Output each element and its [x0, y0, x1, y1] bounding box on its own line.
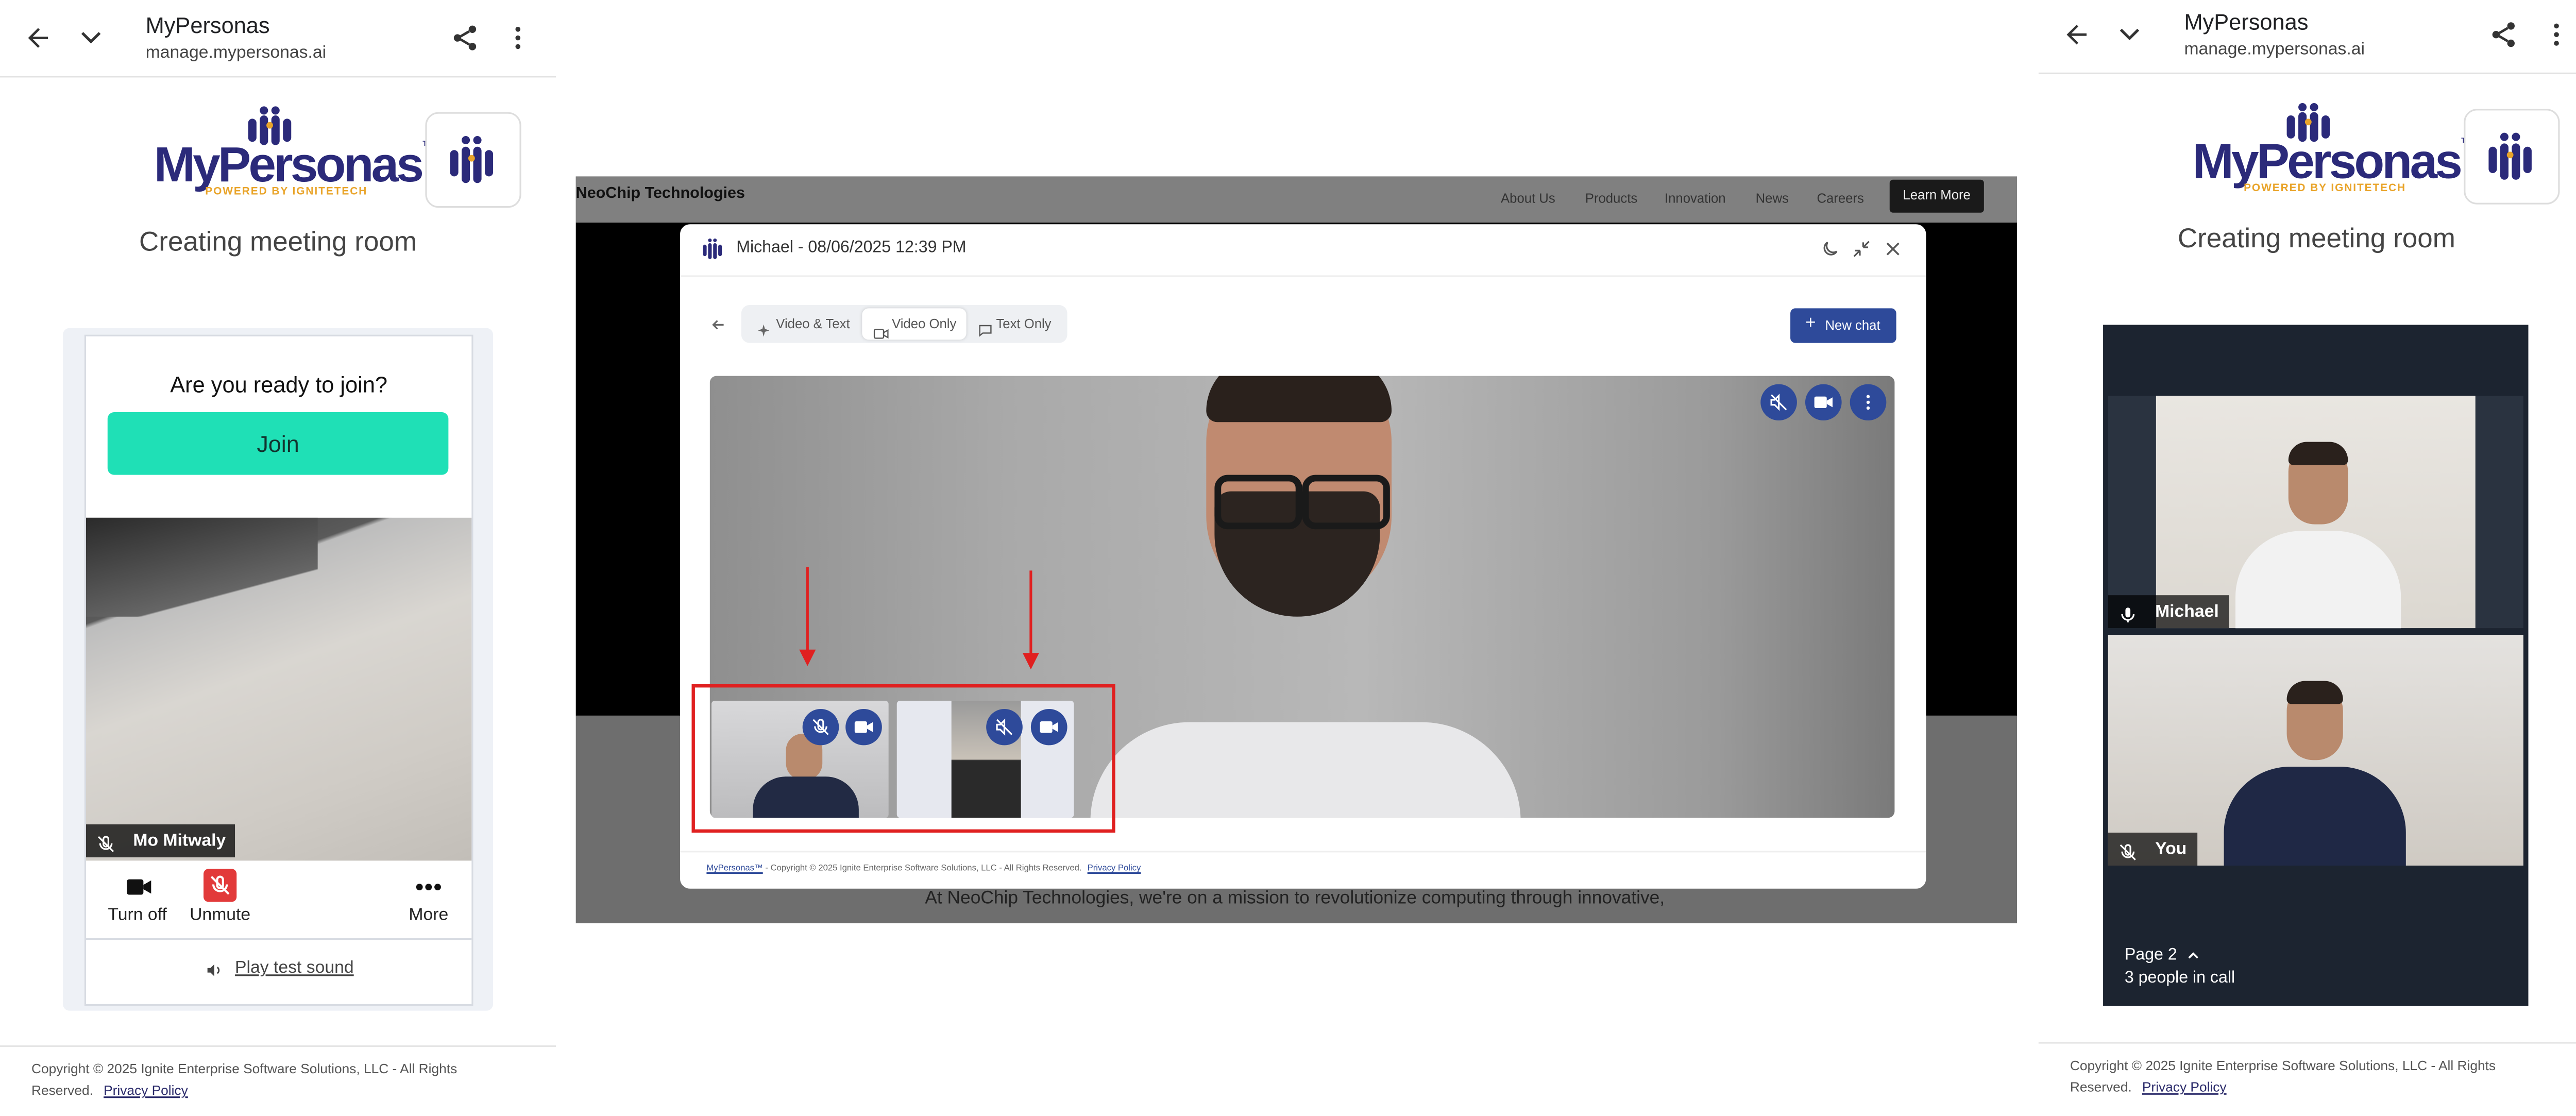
page-footer: Copyright © 2025 Ignite Enterprise Softw…	[0, 1045, 556, 1116]
browser-header: MyPersonas manage.mypersonas.ai	[2038, 0, 2576, 74]
site-body-text: At NeoChip Technologies, we're on a miss…	[925, 888, 1665, 909]
browser-header: MyPersonas manage.mypersonas.ai	[0, 0, 556, 78]
dark-mode-moon-icon[interactable]	[1820, 239, 1840, 259]
learn-more-button[interactable]: Learn More	[1889, 179, 1984, 213]
footer-copyright: Copyright © 2025 Ignite Enterprise Softw…	[31, 1061, 457, 1098]
page-title: MyPersonas	[2184, 10, 2309, 35]
share-icon[interactable]	[450, 23, 480, 53]
join-label: Join	[257, 430, 299, 457]
nav-about[interactable]: About Us	[1501, 191, 1555, 206]
modal-logo-icon	[702, 238, 725, 261]
nav-careers[interactable]: Careers	[1817, 191, 1863, 206]
tab-video-only[interactable]: Video Only	[892, 316, 956, 331]
modal-privacy-link[interactable]: Privacy Policy	[1088, 864, 1141, 874]
tab-video-text[interactable]: Video & Text	[776, 316, 850, 331]
modal-title: Michael - 08/06/2025 12:39 PM	[736, 239, 967, 258]
plus-icon: +	[1805, 313, 1816, 333]
mic-off-icon	[2118, 842, 2138, 862]
annotation-box	[691, 684, 1115, 833]
modal-footer-divider	[680, 851, 1926, 853]
call-grid: Michael You Page 2 3 people in call	[2103, 325, 2529, 1006]
chat-bubble-icon	[978, 316, 993, 346]
back-icon[interactable]	[710, 316, 726, 333]
divider	[86, 938, 472, 940]
modal-header-divider	[680, 275, 1926, 277]
site-brand[interactable]: NeoChip Technologies	[576, 184, 745, 202]
people-in-call: 3 people in call	[2124, 969, 2235, 988]
video-icon	[873, 318, 889, 348]
unmute-button[interactable]: Unmute	[182, 905, 258, 925]
modal-footer: MyPersonas™ - Copyright © 2025 Ignite En…	[706, 864, 1141, 874]
mic-icon	[2118, 605, 2138, 624]
status-text: Creating meeting room	[2177, 224, 2455, 254]
participant-tile-michael[interactable]: Michael	[2108, 396, 2523, 629]
back-arrow-icon[interactable]	[23, 23, 53, 53]
new-chat-label: New chat	[1825, 318, 1880, 333]
video-camera-button[interactable]	[1805, 384, 1842, 420]
page-footer: Copyright © 2025 Ignite Enterprise Softw…	[2038, 1042, 2576, 1116]
logo-word: MyPersonas	[154, 138, 424, 193]
page-label: Page 2	[2124, 946, 2177, 965]
tile-name: You	[2155, 839, 2187, 859]
privacy-policy-link[interactable]: Privacy Policy	[2142, 1080, 2227, 1095]
mypersonas-logo: MyPersonas™ POWERED BY IGNITETECH	[154, 106, 435, 198]
logo-icon-box	[425, 112, 521, 208]
ready-question: Are you ready to join?	[170, 373, 388, 398]
chevron-down-icon[interactable]	[2115, 20, 2145, 49]
sparkle-icon	[756, 316, 771, 346]
site-navbar: NeoChip Technologies About Us Products I…	[575, 176, 2018, 223]
page-url: manage.mypersonas.ai	[145, 43, 327, 63]
mic-off-icon	[96, 834, 116, 854]
logo-icon-box	[2464, 109, 2560, 205]
left-mobile-panel: MyPersonas manage.mypersonas.ai MyPerson…	[0, 0, 556, 1116]
page-url: manage.mypersonas.ai	[2184, 39, 2365, 60]
modal-footer-brand[interactable]: MyPersonas™	[706, 864, 762, 874]
privacy-policy-link[interactable]: Privacy Policy	[104, 1083, 188, 1098]
right-mobile-panel: MyPersonas manage.mypersonas.ai MyPerson…	[2038, 0, 2576, 1116]
nav-news[interactable]: News	[1756, 191, 1789, 206]
share-icon[interactable]	[2488, 20, 2518, 49]
back-arrow-icon[interactable]	[2062, 20, 2092, 49]
nav-products[interactable]: Products	[1585, 191, 1637, 206]
tile-name-tag: You	[2108, 833, 2197, 866]
footer-copyright: Copyright © 2025 Ignite Enterprise Softw…	[2070, 1058, 2496, 1095]
mypersonas-logo: MyPersonas™ POWERED BY IGNITETECH	[2193, 102, 2473, 195]
new-chat-button[interactable]: + New chat	[1790, 308, 1896, 343]
tab-text-only[interactable]: Text Only	[996, 316, 1051, 331]
video-mute-button[interactable]	[1760, 384, 1797, 420]
chevron-up-icon	[2187, 948, 2201, 963]
page-title: MyPersonas	[145, 13, 270, 38]
camera-icon[interactable]	[126, 877, 152, 897]
chevron-down-icon[interactable]	[76, 23, 106, 53]
annotation-arrow-right	[1022, 570, 1039, 670]
kebab-menu-icon[interactable]	[2543, 20, 2569, 49]
annotation-arrow-left	[799, 567, 816, 666]
participant-name-tag: Mo Mitwaly	[86, 824, 236, 857]
tile-name: Michael	[2155, 602, 2219, 622]
logo-word: MyPersonas	[2192, 135, 2463, 190]
more-button[interactable]: More	[394, 905, 463, 925]
participant-tile-you[interactable]: You	[2108, 635, 2523, 866]
status-text: Creating meeting room	[139, 227, 417, 258]
more-dots-icon[interactable]	[415, 882, 442, 892]
page-indicator[interactable]: Page 2	[2125, 946, 2201, 965]
unmute-mic-off-icon[interactable]	[204, 869, 237, 902]
prejoin-card: Are you ready to join? Join Mo Mitwaly T…	[84, 334, 473, 1006]
speaker-icon	[205, 961, 223, 979]
modal-footer-copyright: - Copyright © 2025 Ignite Enterprise Sof…	[762, 864, 1082, 874]
nav-innovation[interactable]: Innovation	[1665, 191, 1726, 206]
logo-subtitle: POWERED BY IGNITETECH	[2244, 183, 2406, 195]
camera-preview: Mo Mitwaly	[86, 517, 472, 861]
turn-off-button[interactable]: Turn off	[99, 905, 176, 925]
play-test-sound-link[interactable]: Play test sound	[235, 958, 354, 977]
join-button[interactable]: Join	[107, 412, 449, 475]
video-more-button[interactable]	[1850, 384, 1887, 420]
close-icon[interactable]	[1883, 239, 1903, 259]
tile-name-tag: Michael	[2108, 595, 2229, 629]
kebab-menu-icon[interactable]	[505, 23, 531, 53]
minimize-icon[interactable]	[1852, 239, 1872, 259]
logo-subtitle: POWERED BY IGNITETECH	[205, 186, 368, 198]
participant-name: Mo Mitwaly	[133, 831, 226, 851]
